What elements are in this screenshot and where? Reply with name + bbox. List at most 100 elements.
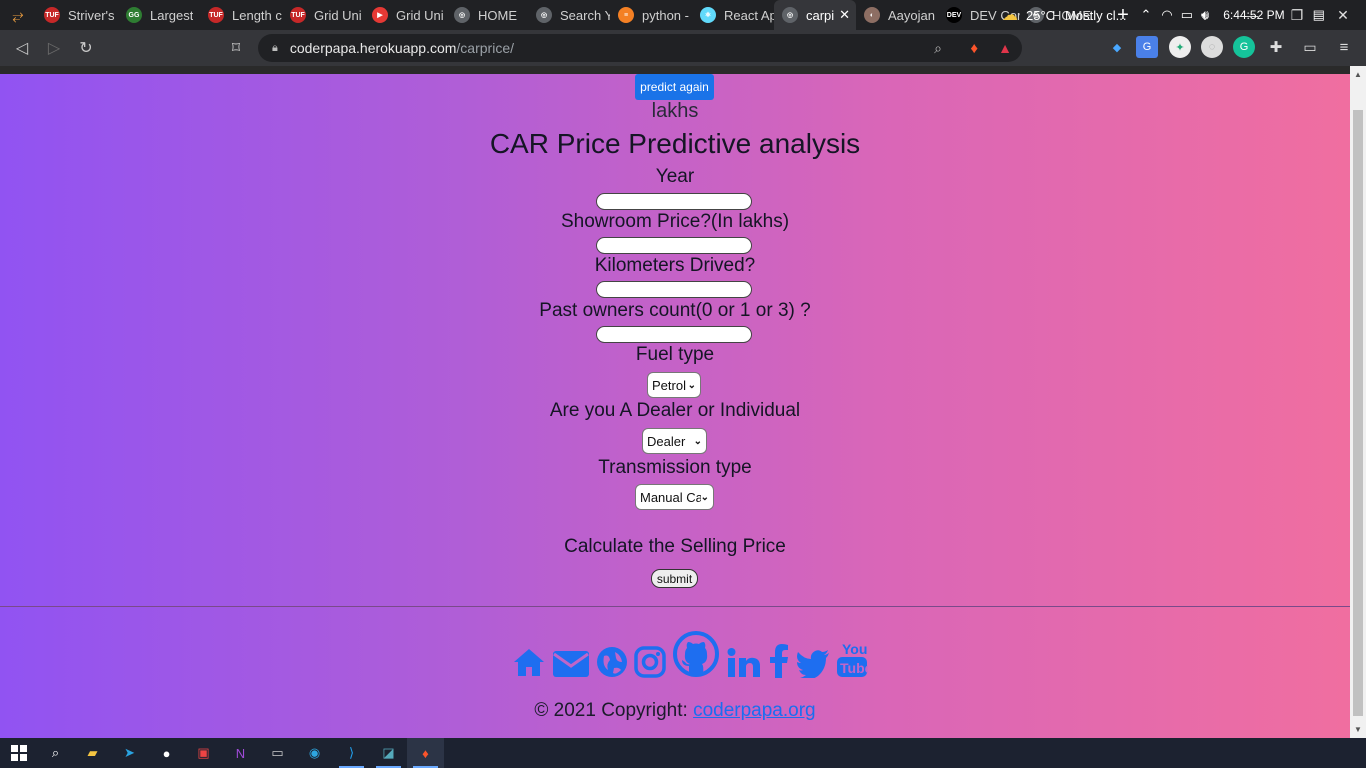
twitter-icon[interactable] [796, 650, 830, 678]
weather-icon[interactable]: ☁ [1002, 5, 1018, 25]
browser-tab[interactable]: TUF Length c [200, 0, 282, 30]
browser-tab[interactable]: GG Largest [118, 0, 200, 30]
devcpp-icon[interactable]: ▣ [185, 738, 222, 768]
weather-desc[interactable]: Mostly cl... [1065, 8, 1126, 23]
submit-button[interactable]: submit [651, 569, 698, 588]
battery-icon[interactable]: ▭ [1181, 7, 1193, 23]
chevron-down-icon: ⌄ [693, 435, 702, 447]
search-icon[interactable]: ⌕ [37, 738, 74, 768]
tab-label: Aayojan [888, 7, 935, 23]
kms-label: Kilometers Drived? [594, 255, 756, 276]
youtube-icon: ▶ [372, 7, 388, 23]
result-unit: lakhs [651, 100, 699, 122]
notification-icon[interactable]: ▤ [1313, 7, 1325, 23]
gfg-icon: GG [126, 7, 142, 23]
browser-tab[interactable]: ◎ Search Y [528, 0, 610, 30]
lock-icon: 🔒︎ [272, 41, 278, 54]
url-bar[interactable]: 🔒︎ coderpapa.herokuapp.com/carprice/ ⌕ ♦… [258, 34, 1022, 62]
browser-tab[interactable]: TUF Striver's [36, 0, 118, 30]
translate-icon[interactable]: G [1136, 36, 1158, 58]
forward-icon[interactable]: ▷ [38, 32, 70, 64]
scroll-up-icon[interactable]: ▲ [1354, 70, 1362, 79]
edge-icon[interactable]: ◉ [296, 738, 333, 768]
owners-input[interactable] [596, 326, 752, 343]
brave-taskbar-icon[interactable]: ♦ [407, 738, 444, 768]
menu-icon[interactable]: ≡ [1333, 36, 1355, 58]
tuf-icon: TUF [290, 7, 306, 23]
app-icon[interactable]: ◪ [370, 738, 407, 768]
tab-label: Search Y [560, 7, 610, 23]
transmission-select[interactable]: Manual Car ⌄ [635, 484, 714, 510]
system-tray: ☁ 25°C Mostly cl... ⌃ ◠ ▭ 🔊︎ 6:44:52 PM … [1002, 0, 1325, 30]
reload-icon[interactable]: ↻ [70, 32, 102, 64]
copyright-link[interactable]: coderpapa.org [693, 700, 816, 721]
browser-tab[interactable]: ◐ Aayojan [856, 0, 938, 30]
telegram-icon[interactable]: ➤ [111, 738, 148, 768]
browser-tab[interactable]: TUF Grid Uni [282, 0, 364, 30]
brave-shield-icon[interactable]: ♦ [970, 40, 978, 57]
page-scrollbar[interactable]: ▲ ▼ [1350, 66, 1366, 738]
showroom-price-input[interactable] [596, 237, 752, 254]
file-explorer-icon[interactable]: ▰ [74, 738, 111, 768]
windows-start-icon[interactable] [0, 738, 37, 768]
onenote-icon[interactable]: N [222, 738, 259, 768]
browser-tab[interactable]: ▶ Grid Uni [364, 0, 446, 30]
mail-icon[interactable] [552, 648, 590, 678]
url-path: /carprice/ [456, 40, 514, 56]
tab-label: python - [642, 7, 689, 23]
brave-rewards-icon[interactable]: ▲ [998, 40, 1012, 56]
react-icon: ⚛ [700, 7, 716, 23]
terminal-icon[interactable]: ▭ [259, 738, 296, 768]
globe-icon[interactable] [596, 646, 628, 678]
youtube-icon[interactable]: You Tube [836, 640, 868, 678]
close-tab-icon[interactable]: ✕ [839, 7, 850, 23]
dealer-select[interactable]: Dealer ⌄ [642, 428, 707, 454]
weather-temp[interactable]: 25°C [1026, 8, 1055, 23]
close-window-button[interactable]: ✕ [1320, 0, 1366, 30]
copyright-text: © 2021 Copyright: [534, 700, 694, 721]
owners-label: Past owners count(0 or 1 or 3) ? [539, 300, 811, 321]
divider [0, 606, 1350, 607]
instagram-icon[interactable] [634, 646, 666, 678]
grammarly-icon[interactable]: G [1233, 36, 1255, 58]
url-host: coderpapa.herokuapp.com [289, 40, 457, 56]
kms-input[interactable] [596, 281, 752, 298]
transmission-select-value: Manual Car [640, 489, 702, 505]
clock-time[interactable]: 6:44:52 PM [1223, 8, 1284, 22]
extension-leaf-icon[interactable]: ✦ [1169, 36, 1191, 58]
extension-circle-icon[interactable]: ◌ [1201, 36, 1223, 58]
scroll-down-icon[interactable]: ▼ [1354, 725, 1362, 734]
extensions-puzzle-icon[interactable]: ✚ [1265, 36, 1287, 58]
vscode-icon[interactable]: ⟩ [333, 738, 370, 768]
year-input[interactable] [596, 193, 752, 210]
showroom-price-label: Showroom Price?(In lakhs) [560, 211, 790, 232]
tab-label: Grid Uni [314, 7, 362, 23]
fuel-select[interactable]: Petrol ⌄ [647, 372, 701, 398]
bookmark-icon[interactable]: ⌑ [220, 32, 252, 64]
tab-search-icon[interactable]: ⥂ [0, 0, 36, 30]
chevron-up-icon[interactable]: ⌃ [1140, 7, 1151, 23]
wifi-icon[interactable]: ◠ [1161, 7, 1172, 23]
back-icon[interactable]: ◁ [6, 32, 38, 64]
tab-label: carpi [806, 7, 835, 23]
home-icon[interactable] [512, 646, 546, 678]
facebook-icon[interactable] [768, 644, 790, 678]
scrollbar-thumb[interactable] [1353, 110, 1363, 716]
linkedin-icon[interactable] [726, 648, 762, 678]
browser-tab[interactable]: ◎ HOME [446, 0, 528, 30]
extension-gem-icon[interactable]: ◆ [1106, 36, 1128, 58]
browser-tab[interactable]: ⚛ React Ap [692, 0, 774, 30]
chevron-down-icon: ⌄ [687, 379, 696, 391]
browser-tab[interactable]: ≡ python - [610, 0, 692, 30]
zoom-icon[interactable]: ⌕ [934, 40, 942, 57]
taskbar: ⌕ ▰ ➤ ● ▣ N ▭ ◉ ⟩ ◪ ♦ [0, 738, 1366, 768]
github-icon[interactable] [672, 630, 720, 678]
predict-again-button[interactable]: predict again [635, 74, 714, 100]
page-body: predict again lakhs CAR Price Predictive… [0, 66, 1350, 738]
clock-app-icon[interactable]: ● [148, 738, 185, 768]
wallet-icon[interactable]: ▭ [1299, 36, 1321, 58]
volume-icon[interactable]: 🔊︎ [1201, 7, 1209, 23]
fuel-select-value: Petrol [652, 377, 686, 393]
browser-tab[interactable]: ◎ carpi ✕ [774, 0, 856, 30]
tuf-icon: TUF [208, 7, 224, 23]
